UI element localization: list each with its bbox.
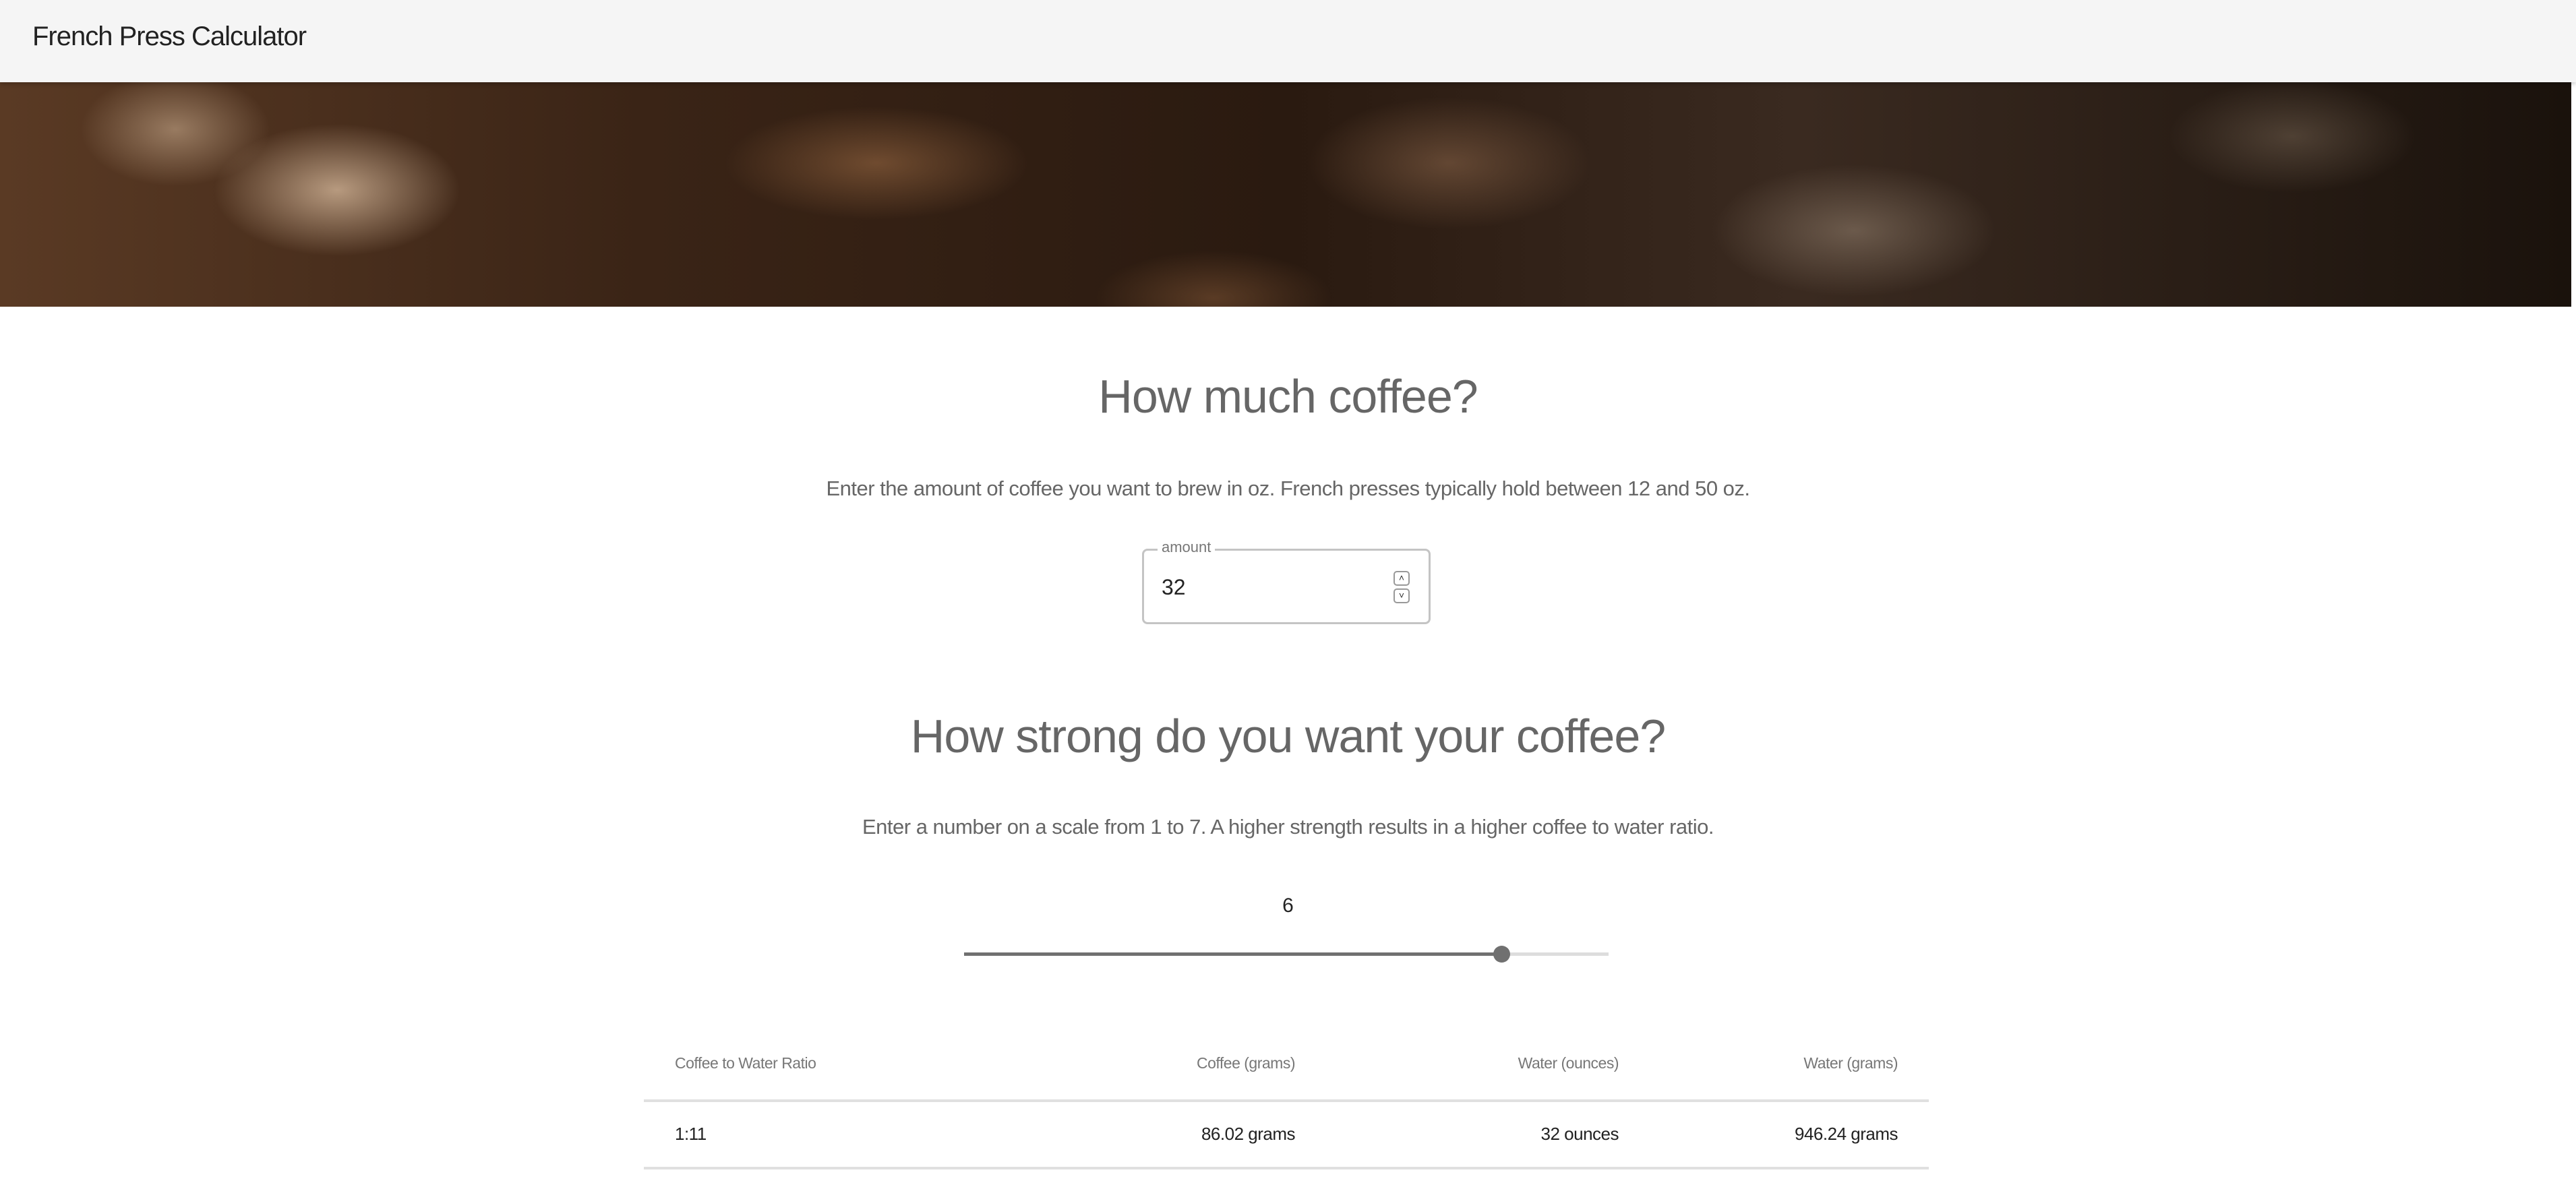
slider-thumb[interactable]	[1493, 946, 1510, 963]
spin-down-icon[interactable]: ˅	[1394, 588, 1410, 603]
amount-input[interactable]: amount 32 ˄ ˅	[1142, 539, 1431, 624]
slider-fill	[964, 952, 1501, 956]
table-row: 1:11 86.02 grams 32 ounces 946.24 grams	[644, 1102, 1929, 1169]
header-water-grams: Water (grams)	[1803, 1054, 1898, 1072]
header-coffee-grams: Coffee (grams)	[1197, 1054, 1295, 1072]
results-table: Coffee to Water Ratio Coffee (grams) Wat…	[644, 1031, 1929, 1169]
amount-description: Enter the amount of coffee you want to b…	[826, 477, 1750, 500]
header-ratio: Coffee to Water Ratio	[675, 1054, 816, 1072]
hero-coffee-image	[0, 82, 2571, 307]
strength-slider[interactable]	[964, 946, 1609, 963]
app-title: French Press Calculator	[32, 22, 307, 51]
app-bar: French Press Calculator	[0, 0, 2576, 82]
strength-heading: How strong do you want your coffee?	[910, 710, 1666, 762]
header-water-ounces: Water (ounces)	[1518, 1054, 1619, 1072]
amount-heading: How much coffee?	[1098, 370, 1478, 423]
cell-ratio: 1:11	[675, 1124, 707, 1144]
cell-water-ounces: 32 ounces	[1540, 1124, 1619, 1144]
spin-up-icon[interactable]: ˄	[1394, 571, 1410, 586]
table-header: Coffee to Water Ratio Coffee (grams) Wat…	[644, 1031, 1929, 1102]
strength-description: Enter a number on a scale from 1 to 7. A…	[862, 815, 1714, 839]
amount-label: amount	[1158, 539, 1216, 556]
amount-value[interactable]: 32	[1162, 575, 1186, 600]
strength-value: 6	[1282, 894, 1294, 917]
cell-water-grams: 946.24 grams	[1795, 1124, 1898, 1144]
cell-coffee-grams: 86.02 grams	[1201, 1124, 1296, 1144]
